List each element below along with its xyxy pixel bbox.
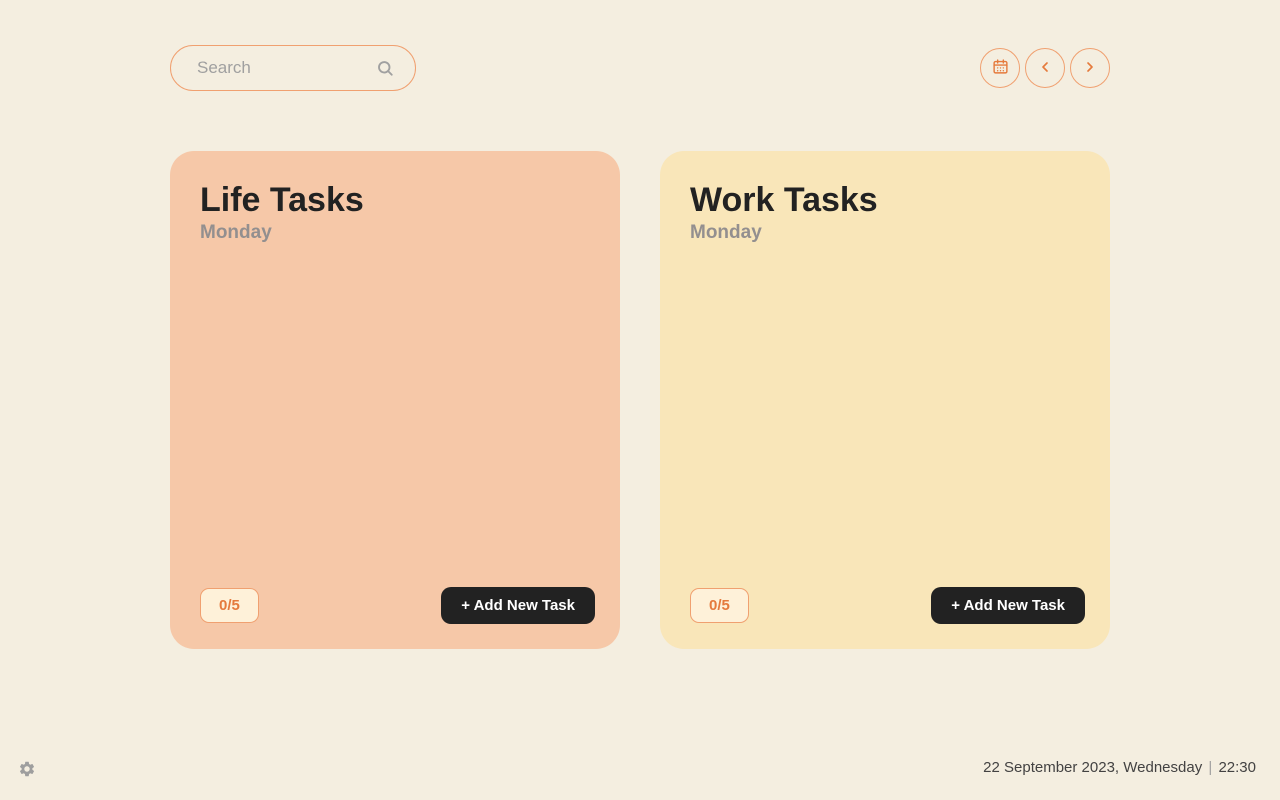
datetime: 22 September 2023, Wednesday | 22:30 xyxy=(983,759,1256,776)
search-wrapper xyxy=(170,45,416,91)
next-button[interactable] xyxy=(1070,48,1110,88)
card-title: Work Tasks xyxy=(690,181,1085,220)
chevron-left-icon xyxy=(1037,59,1053,78)
topbar xyxy=(170,45,1110,91)
nav-controls xyxy=(980,48,1110,88)
card-day: Monday xyxy=(200,222,595,244)
card-title: Life Tasks xyxy=(200,181,595,220)
cards-container: Life Tasks Monday 0/5 + Add New Task Wor… xyxy=(170,151,1110,649)
card-day: Monday xyxy=(690,222,1085,244)
task-counter: 0/5 xyxy=(690,588,749,623)
card-footer: 0/5 + Add New Task xyxy=(200,587,595,624)
settings-icon[interactable] xyxy=(18,760,36,778)
task-counter: 0/5 xyxy=(200,588,259,623)
calendar-button[interactable] xyxy=(980,48,1020,88)
time-text: 22:30 xyxy=(1218,759,1256,776)
search-icon xyxy=(376,59,394,77)
add-task-button[interactable]: + Add New Task xyxy=(931,587,1085,624)
card-footer: 0/5 + Add New Task xyxy=(690,587,1085,624)
date-text: 22 September 2023, Wednesday xyxy=(983,759,1202,776)
life-tasks-card: Life Tasks Monday 0/5 + Add New Task xyxy=(170,151,620,649)
prev-button[interactable] xyxy=(1025,48,1065,88)
chevron-right-icon xyxy=(1082,59,1098,78)
separator: | xyxy=(1208,759,1216,776)
add-task-button[interactable]: + Add New Task xyxy=(441,587,595,624)
calendar-icon xyxy=(992,58,1009,78)
work-tasks-card: Work Tasks Monday 0/5 + Add New Task xyxy=(660,151,1110,649)
